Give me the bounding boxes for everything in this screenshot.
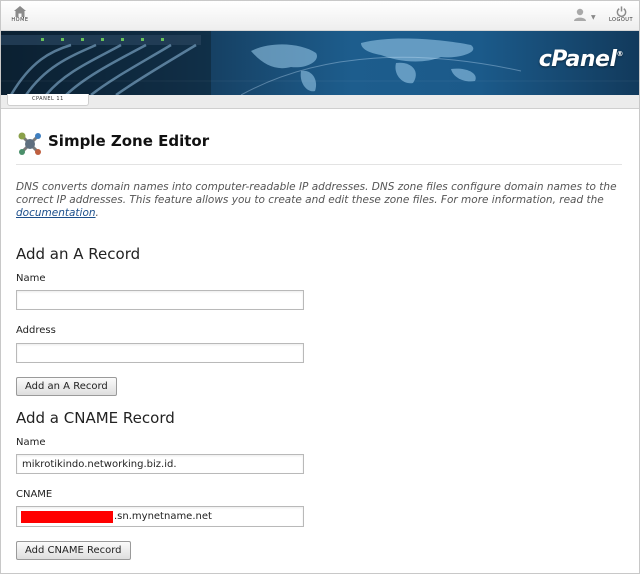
- cname-record-heading: Add a CNAME Record: [16, 409, 175, 427]
- add-a-record-button[interactable]: Add an A Record: [16, 377, 117, 396]
- a-record-address-label: Address: [16, 325, 56, 336]
- divider: [16, 164, 622, 165]
- cpanel-logo-text: cPanel: [538, 47, 617, 72]
- a-record-heading: Add an A Record: [16, 245, 141, 263]
- documentation-link[interactable]: documentation: [16, 207, 96, 219]
- page-title: Simple Zone Editor: [48, 132, 210, 150]
- cpanel-logo: cPanel®: [538, 47, 624, 72]
- cname-target-value: .sn.mynetname.net: [114, 511, 212, 522]
- breadcrumb-bar: CPANEL 11: [1, 94, 639, 109]
- cpanel-banner: cPanel®: [1, 31, 639, 95]
- cname-name-input[interactable]: [16, 454, 304, 474]
- redaction-mark: [21, 511, 113, 523]
- chevron-down-icon[interactable]: ▼: [591, 14, 596, 21]
- user-icon[interactable]: [573, 8, 587, 21]
- power-icon: [616, 6, 626, 17]
- breadcrumb[interactable]: CPANEL 11: [7, 94, 89, 106]
- logout-link[interactable]: LOGOUT: [606, 6, 636, 23]
- description-end: .: [95, 207, 99, 219]
- home-label: HOME: [11, 17, 29, 23]
- breadcrumb-label: CPANEL 11: [32, 96, 64, 102]
- add-cname-record-button[interactable]: Add CNAME Record: [16, 541, 131, 560]
- logout-label: LOGOUT: [608, 17, 634, 23]
- home-icon: [14, 6, 26, 17]
- zone-editor-icon: [18, 132, 41, 155]
- home-link[interactable]: HOME: [9, 6, 31, 23]
- cname-name-label: Name: [16, 437, 46, 448]
- a-record-name-input[interactable]: [16, 290, 304, 310]
- cname-target-label: CNAME: [16, 489, 53, 500]
- description-text: DNS converts domain names into computer-…: [16, 181, 617, 206]
- a-record-name-label: Name: [16, 273, 46, 284]
- cname-target-input[interactable]: .sn.mynetname.net: [16, 506, 304, 527]
- a-record-address-input[interactable]: [16, 343, 304, 363]
- page-description: DNS converts domain names into computer-…: [16, 181, 622, 220]
- top-nav-bar: HOME ▼ LOGOUT: [1, 1, 639, 31]
